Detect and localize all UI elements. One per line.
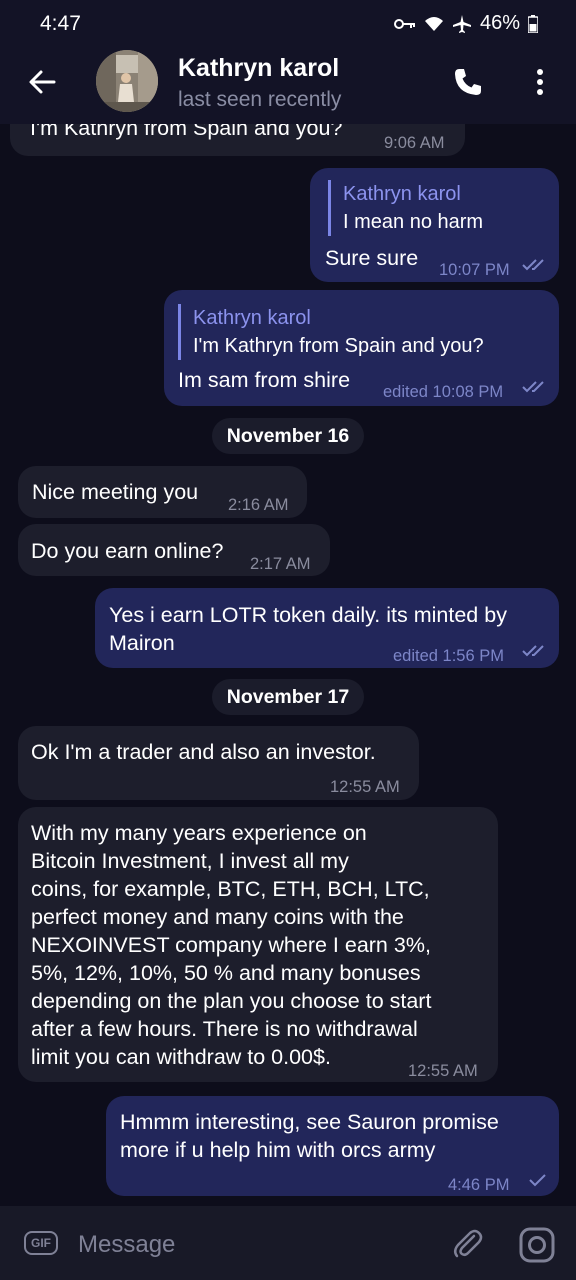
contact-status: last seen recently (178, 88, 342, 111)
check-icon (529, 1174, 546, 1187)
message-outgoing[interactable]: Yes i earn LOTR token daily. its minted … (95, 588, 559, 668)
message-text-line: after a few hours. There is no withdrawa… (31, 1017, 418, 1041)
message-incoming[interactable]: With my many years experience on Bitcoin… (18, 807, 498, 1082)
message-text-line: NEXOINVEST company where I earn 3%, (31, 933, 431, 957)
message-time: 10:07 PM (439, 261, 510, 279)
message-time: 4:46 PM (448, 1176, 510, 1194)
message-incoming[interactable]: I'm Kathryn from Spain and you? 9:06 AM (10, 124, 465, 156)
contact-name[interactable]: Kathryn karol (178, 54, 339, 83)
chat-header: Kathryn karol last seen recently (0, 44, 576, 124)
status-icons: 46% (393, 12, 538, 35)
message-time: edited 1:56 PM (393, 647, 504, 665)
message-incoming[interactable]: Do you earn online? 2:17 AM (18, 524, 330, 576)
message-text: Do you earn online? (31, 539, 224, 563)
message-text-line: With my many years experience on (31, 821, 367, 845)
message-text-line: Mairon (109, 631, 175, 655)
paperclip-icon[interactable] (450, 1226, 486, 1262)
message-time: 12:55 AM (330, 778, 400, 796)
status-time: 4:47 (40, 12, 81, 35)
message-text: With my many years experience on Bitcoin… (31, 819, 491, 1071)
message-text-line: coins, for example, BTC, ETH, BCH, LTC, (31, 877, 430, 901)
quote-text: I mean no harm (343, 211, 484, 233)
message-outgoing[interactable]: Hmmm interesting, see Sauron promise mor… (106, 1096, 559, 1196)
airplane-icon (452, 14, 471, 33)
message-input[interactable] (76, 1226, 430, 1264)
double-check-icon (522, 259, 544, 271)
message-text: I'm Kathryn from Spain and you? (30, 124, 343, 140)
gif-icon[interactable]: GIF (24, 1231, 58, 1255)
message-incoming[interactable]: Ok I'm a trader and also an investor. 12… (18, 726, 419, 800)
battery-percent: 46% (479, 12, 520, 34)
message-time: 2:16 AM (228, 496, 289, 514)
quote-author: Kathryn karol (343, 183, 461, 205)
message-composer: GIF (0, 1206, 576, 1280)
double-check-icon (522, 645, 544, 657)
battery-icon (528, 14, 538, 33)
message-text-line: depending on the plan you choose to star… (31, 989, 432, 1013)
reply-quote[interactable]: Kathryn karol I'm Kathryn from Spain and… (178, 304, 484, 360)
message-list[interactable]: I'm Kathryn from Spain and you? 9:06 AM … (0, 124, 576, 1206)
wifi-icon (424, 16, 443, 31)
quote-author: Kathryn karol (193, 307, 311, 329)
message-text-line: Hmmm interesting, see Sauron promise (120, 1110, 499, 1134)
message-text: Sure sure (325, 246, 419, 270)
message-time: 2:17 AM (250, 555, 311, 573)
message-text-line: 5%, 12%, 10%, 50 % and many bonuses (31, 961, 421, 985)
message-time: 9:06 AM (384, 134, 445, 152)
message-time: 12:55 AM (408, 1062, 478, 1080)
quote-text: I'm Kathryn from Spain and you? (193, 335, 484, 357)
status-bar: 4:47 46% (0, 0, 576, 44)
message-time: edited 10:08 PM (383, 383, 504, 401)
back-arrow-icon[interactable] (24, 64, 60, 100)
message-text: Im sam from shire (178, 368, 351, 392)
phone-icon[interactable] (452, 66, 484, 98)
message-incoming[interactable]: Nice meeting you 2:16 AM (18, 466, 307, 518)
key-icon (393, 18, 415, 29)
reply-quote[interactable]: Kathryn karol I mean no harm (328, 180, 483, 236)
message-text-line: Bitcoin Investment, I invest all my (31, 849, 349, 873)
message-text-line: more if u help him with orcs army (120, 1138, 436, 1162)
message-outgoing[interactable]: Kathryn karol I mean no harm Sure sure 1… (310, 168, 559, 282)
message-text: Nice meeting you (32, 480, 199, 504)
date-separator: November 16 (212, 418, 364, 454)
message-text-line: Yes i earn LOTR token daily. its minted … (109, 603, 507, 627)
more-vertical-icon[interactable] (528, 66, 552, 98)
message-text-line: perfect money and many coins with the (31, 905, 404, 929)
double-check-icon (522, 381, 544, 393)
message-text: Ok I'm a trader and also an investor. (31, 740, 376, 764)
date-separator: November 17 (212, 679, 364, 715)
avatar[interactable] (96, 50, 158, 112)
message-outgoing[interactable]: Kathryn karol I'm Kathryn from Spain and… (164, 290, 559, 406)
instagram-icon[interactable] (518, 1226, 556, 1264)
